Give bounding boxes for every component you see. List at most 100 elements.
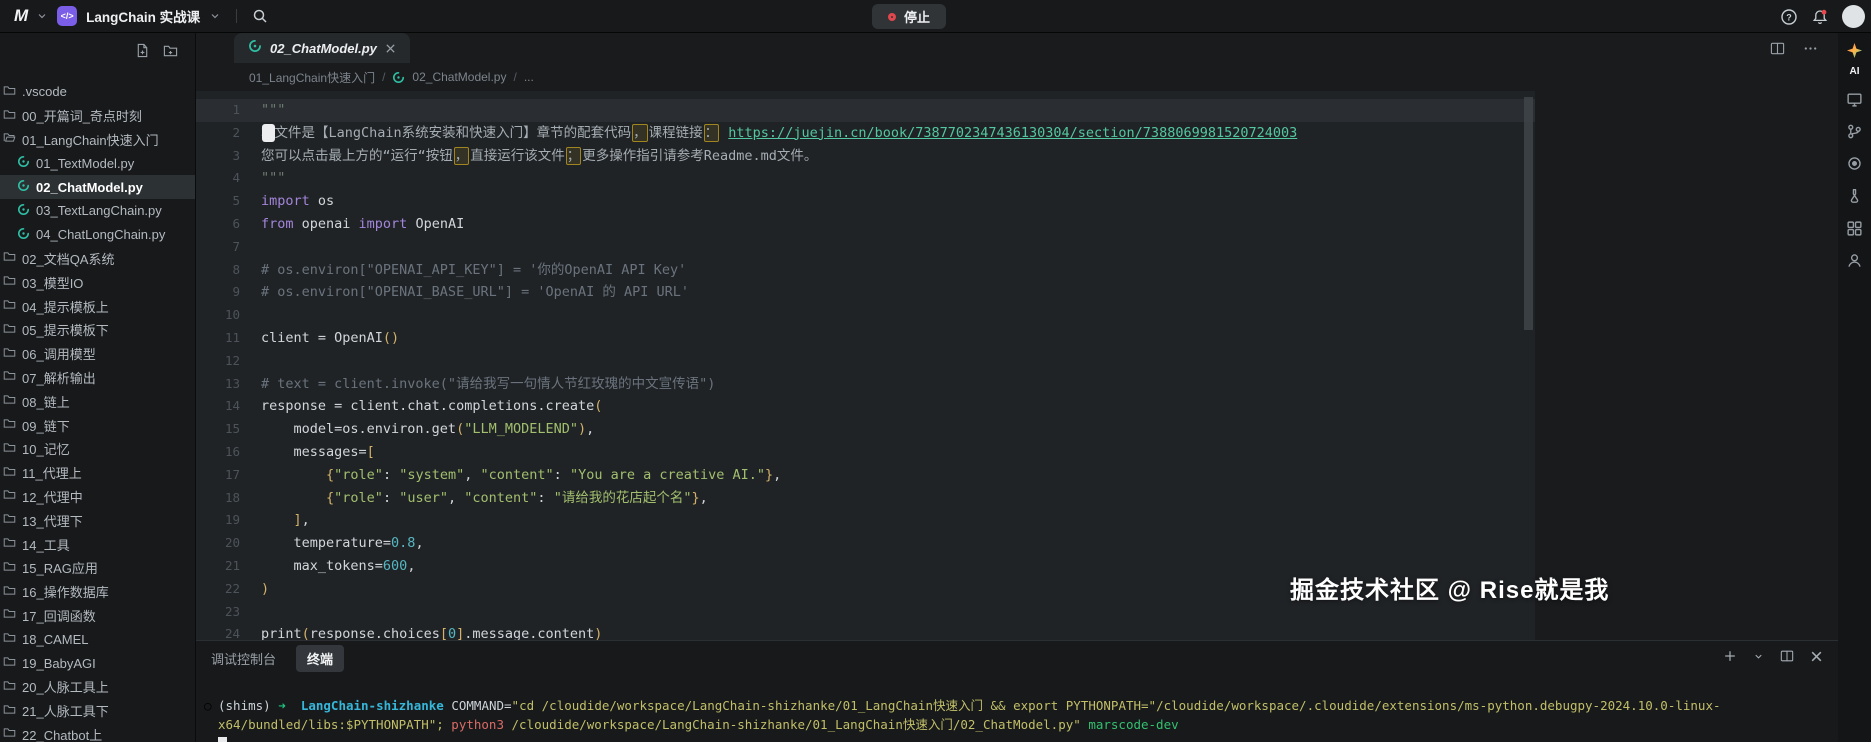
tab-close-icon[interactable] xyxy=(385,43,396,54)
terminal-cursor xyxy=(218,737,227,742)
folder-icon xyxy=(3,417,16,433)
tree-item[interactable]: 21_人脉工具下 xyxy=(0,699,195,723)
tree-item[interactable]: 22_Chatbot上 xyxy=(0,723,195,742)
terminal-token xyxy=(286,698,301,713)
tree-item[interactable]: 10_记忆 xyxy=(0,437,195,461)
user-icon[interactable] xyxy=(1846,252,1863,269)
bell-icon[interactable] xyxy=(1811,8,1829,26)
folder-icon xyxy=(3,679,16,695)
split-editor-icon[interactable] xyxy=(1770,41,1785,56)
panel-tab[interactable]: 终端 xyxy=(296,645,344,672)
terminal-dropdown-caret-icon[interactable] xyxy=(1753,651,1764,662)
grid-icon[interactable] xyxy=(1846,220,1863,237)
terminal-line: x64/bundled/libs:$PYTHONPATH"; python3 /… xyxy=(204,715,1839,734)
code-editor[interactable]: 1"""2本文件是【LangChain系统安装和快速入门】章节的配套代码，课程链… xyxy=(196,91,1535,640)
folder-icon xyxy=(3,536,16,552)
tree-item[interactable]: 09_链下 xyxy=(0,413,195,437)
python-file-icon xyxy=(17,203,30,219)
tree-item[interactable]: 05_提示模板下 xyxy=(0,318,195,342)
breadcrumb-item[interactable]: 02_ChatModel.py xyxy=(412,70,506,84)
code-token: , xyxy=(586,421,594,437)
tree-item[interactable]: 08_链上 xyxy=(0,389,195,413)
tree-item-label: .vscode xyxy=(22,84,67,99)
tree-item[interactable]: 02_文档QA系统 xyxy=(0,247,195,271)
panel-tab[interactable]: 调试控制台 xyxy=(211,649,276,668)
tree-item[interactable]: 01_TextModel.py xyxy=(0,151,195,175)
code-line: 15 model=os.environ.get("LLM_MODELEND"), xyxy=(196,418,1535,441)
code-link[interactable]: https://juejin.cn/book/73877023474361303… xyxy=(728,125,1297,141)
user-avatar[interactable] xyxy=(1842,5,1865,28)
tree-item[interactable]: .vscode xyxy=(0,80,195,104)
code-token: } xyxy=(691,490,699,506)
tree-item[interactable]: 17_回调函数 xyxy=(0,604,195,628)
new-file-icon[interactable] xyxy=(135,43,150,58)
code-token: "system" xyxy=(399,467,464,483)
tree-item[interactable]: 14_工具 xyxy=(0,532,195,556)
file-tree[interactable]: .vscode 00_开篇词_奇点时刻01_LangChain快速入门01_Tex… xyxy=(0,80,195,742)
editor-tab-bar: 02_ChatModel.py xyxy=(196,33,1838,63)
new-folder-icon[interactable] xyxy=(163,43,178,58)
tree-item[interactable]: 00_开篇词_奇点时刻 xyxy=(0,104,195,128)
folder-icon xyxy=(3,631,16,647)
help-icon[interactable]: ? xyxy=(1780,8,1798,26)
code-token: # text = client.invoke("请给我写一句情人节红玫瑰的中文宣… xyxy=(261,376,715,392)
project-chevron-down-icon[interactable] xyxy=(209,10,221,22)
code-token: response.choices xyxy=(310,626,440,640)
flask-icon[interactable] xyxy=(1846,187,1863,204)
breadcrumb: 01_LangChain快速入门/02_ChatModel.py/... xyxy=(196,63,1838,91)
terminal-token: (shims) xyxy=(218,698,278,713)
tree-item[interactable]: 04_ChatLongChain.py xyxy=(0,223,195,247)
tree-item[interactable]: 03_TextLangChain.py xyxy=(0,199,195,223)
tree-item[interactable]: 20_人脉工具上 xyxy=(0,675,195,699)
tree-item-label: 04_提示模板上 xyxy=(22,297,109,316)
close-panel-icon[interactable] xyxy=(1810,650,1823,663)
code-token: "content" xyxy=(481,467,554,483)
new-terminal-plus-icon[interactable] xyxy=(1723,649,1737,663)
code-token: 课程链接 xyxy=(649,125,703,141)
target-icon[interactable] xyxy=(1846,155,1863,172)
breadcrumb-item[interactable]: 01_LangChain快速入门 xyxy=(249,69,375,86)
tab-02-chatmodel[interactable]: 02_ChatModel.py xyxy=(234,33,410,63)
tree-item[interactable]: 06_调用模型 xyxy=(0,342,195,366)
search-icon[interactable] xyxy=(252,8,268,24)
stop-icon xyxy=(888,13,896,21)
code-token: max_tokens= xyxy=(261,558,383,574)
terminal-output[interactable]: ○(shims) ➜ LangChain-shizhanke COMMAND="… xyxy=(204,696,1839,742)
code-token: , xyxy=(700,490,708,506)
tree-item[interactable]: 15_RAG应用 xyxy=(0,556,195,580)
editor-scrollbar[interactable] xyxy=(1524,97,1533,330)
code-token: ( xyxy=(456,421,464,437)
terminal-line: ○(shims) ➜ LangChain-shizhanke COMMAND="… xyxy=(204,696,1839,715)
tree-item[interactable]: 03_模型IO xyxy=(0,270,195,294)
monitor-icon[interactable] xyxy=(1846,91,1863,108)
tree-item[interactable]: 16_操作数据库 xyxy=(0,580,195,604)
git-branch-icon[interactable] xyxy=(1846,123,1863,140)
tree-item[interactable]: 13_代理下 xyxy=(0,508,195,532)
code-line: 24print(response.choices[0].message.cont… xyxy=(196,623,1535,640)
folder-icon xyxy=(3,465,16,481)
tree-item[interactable]: 02_ChatModel.py xyxy=(0,175,195,199)
tree-item[interactable]: 18_CAMEL xyxy=(0,627,195,651)
tree-item[interactable]: 11_代理上 xyxy=(0,461,195,485)
tree-item[interactable]: 19_BabyAGI xyxy=(0,651,195,675)
code-line: 18 {"role": "user", "content": "请给我的花店起个… xyxy=(196,487,1535,510)
folder-icon xyxy=(3,655,16,671)
tree-item[interactable]: 07_解析输出 xyxy=(0,366,195,390)
tree-item[interactable]: 01_LangChain快速入门 xyxy=(0,128,195,152)
tree-item-label: 08_链上 xyxy=(22,392,70,411)
tree-item[interactable]: 04_提示模板上 xyxy=(0,294,195,318)
project-title[interactable]: LangChain 实战课 xyxy=(86,6,200,26)
more-actions-icon[interactable] xyxy=(1803,41,1818,56)
tree-item-label: 15_RAG应用 xyxy=(22,558,98,577)
code-token: import xyxy=(261,193,310,209)
stop-button[interactable]: 停止 xyxy=(872,4,946,29)
code-token: , xyxy=(464,467,480,483)
breadcrumb-item[interactable]: ... xyxy=(524,70,534,84)
tree-item[interactable]: 12_代理中 xyxy=(0,485,195,509)
ai-assistant-button[interactable]: AI xyxy=(1846,42,1863,77)
python-file-icon xyxy=(17,155,30,171)
workspace-switcher-chevron-icon[interactable] xyxy=(36,10,48,22)
split-terminal-icon[interactable] xyxy=(1780,649,1794,663)
breadcrumb-separator: / xyxy=(513,70,516,84)
tree-item-label: 22_Chatbot上 xyxy=(22,725,102,742)
